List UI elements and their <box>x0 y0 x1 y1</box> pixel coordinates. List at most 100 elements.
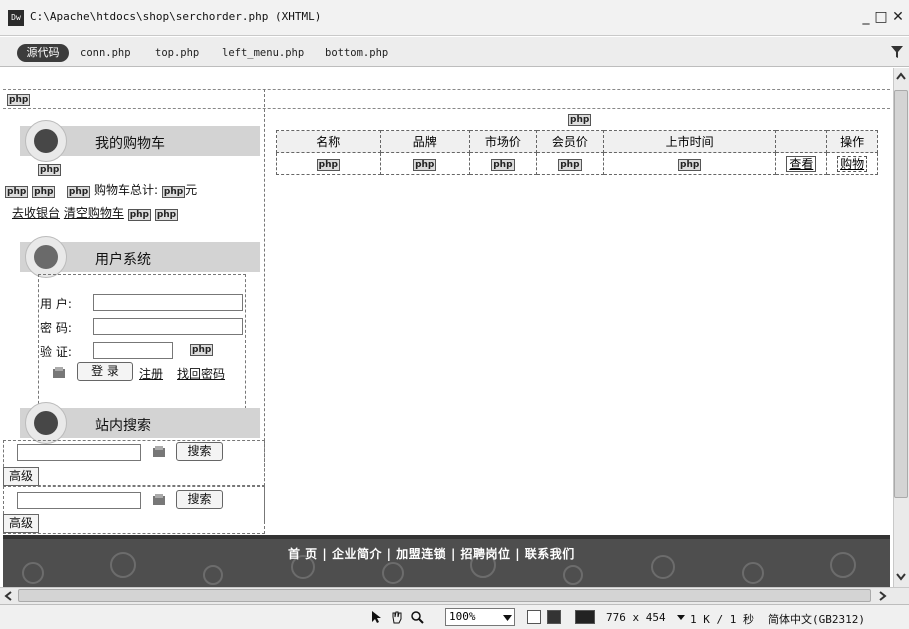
verify-label: 验 证: <box>40 345 72 359</box>
username-input[interactable] <box>93 294 243 311</box>
col-blank-header <box>775 130 828 153</box>
footer-separator: | <box>322 547 328 561</box>
php-tag: php <box>491 159 515 171</box>
search-input-2[interactable] <box>17 492 141 509</box>
php-tag: php <box>38 164 62 176</box>
file-tab-bottom[interactable]: bottom.php <box>325 47 388 59</box>
hidden-field-icon <box>153 446 165 457</box>
scroll-right-icon[interactable] <box>878 590 888 602</box>
col-name-header: 名称 <box>276 130 381 153</box>
col-brand-header: 品牌 <box>379 130 470 153</box>
php-tag: php <box>154 209 179 221</box>
maximize-button[interactable]: □ <box>873 7 889 27</box>
search-section-header: 站内搜索 <box>20 402 260 444</box>
hidden-field-icon <box>53 367 65 378</box>
chevron-down-icon[interactable] <box>503 615 512 621</box>
cell-brand: php <box>379 152 470 175</box>
cart-actions-row: 去收银台 清空购物车 php php <box>12 204 179 221</box>
php-tag: php <box>190 344 214 356</box>
download-size: 1 K / 1 秒 <box>690 613 754 626</box>
checkout-link[interactable]: 去收银台 <box>12 206 60 220</box>
scroll-down-icon[interactable] <box>895 572 907 582</box>
php-tag: php <box>413 159 437 171</box>
user-section-header: 用户系统 <box>20 236 260 278</box>
footer-nav: 首 页 | 企业简介 | 加盟连锁 | 招聘岗位 | 联系我们 <box>288 545 575 562</box>
advanced-search-button[interactable]: 高级 <box>3 467 39 486</box>
cart-icon <box>25 120 67 162</box>
php-tag: php <box>66 186 91 198</box>
php-tag: php <box>568 114 592 126</box>
zoom-tool-icon[interactable] <box>410 610 424 624</box>
source-code-button[interactable]: 源代码 <box>17 44 69 62</box>
view-link[interactable]: 查看 <box>786 156 817 172</box>
title-bar: Dw C:\Apache\htdocs\shop\serchorder.php … <box>0 0 909 36</box>
col-action-header: 操作 <box>826 130 878 153</box>
php-tag: php <box>32 186 56 198</box>
col-market-price-header: 市场价 <box>468 130 537 153</box>
file-tab-left-menu[interactable]: left_menu.php <box>222 47 304 59</box>
col-release-date-header: 上市时间 <box>602 130 777 153</box>
window-size[interactable]: 776 x 454 <box>606 611 666 624</box>
password-label: 密 码: <box>40 321 72 335</box>
footer-separator: | <box>386 547 392 561</box>
php-tag: php <box>558 159 582 171</box>
buy-link[interactable]: 购物 <box>837 156 868 172</box>
view-mode-icon-2[interactable] <box>547 610 561 624</box>
col-member-price-header: 会员价 <box>535 130 604 153</box>
search-button-2[interactable]: 搜索 <box>176 490 223 509</box>
hidden-field-icon <box>153 494 165 505</box>
cart-total-label: 购物车总计: <box>94 183 159 197</box>
window-title: C:\Apache\htdocs\shop\serchorder.php (XH… <box>30 10 322 23</box>
vertical-scroll-thumb[interactable] <box>894 90 908 498</box>
related-files-bar: 源代码 conn.php top.php left_menu.php botto… <box>0 37 909 67</box>
file-tab-conn[interactable]: conn.php <box>80 47 131 59</box>
username-label: 用 户: <box>40 297 72 311</box>
table-header-row: 名称 品牌 市场价 会员价 上市时间 操作 <box>276 130 878 153</box>
footer-link-contact[interactable]: 联系我们 <box>525 547 575 561</box>
cell-buy: 购物 <box>826 152 878 175</box>
cart-title: 我的购物车 <box>95 136 165 152</box>
filter-icon[interactable] <box>890 45 904 59</box>
footer-link-about[interactable]: 企业简介 <box>332 547 382 561</box>
cell-market-price: php <box>468 152 537 175</box>
horizontal-scroll-thumb[interactable] <box>18 589 871 602</box>
cell-release-date: php <box>602 152 777 175</box>
status-bar: 100% 776 x 454 1 K / 1 秒 简体中文(GB2312) <box>0 604 909 629</box>
login-button[interactable]: 登 录 <box>77 362 133 381</box>
footer-separator: | <box>450 547 456 561</box>
file-tab-top[interactable]: top.php <box>155 47 199 59</box>
cart-section-header: 我的购物车 <box>20 120 260 162</box>
search-button[interactable]: 搜索 <box>176 442 223 461</box>
chevron-down-icon[interactable] <box>677 615 685 620</box>
search-magnifier-icon <box>25 402 67 444</box>
footer-link-jobs[interactable]: 招聘岗位 <box>461 547 511 561</box>
cart-total-row: php php php 购物车总计: php 元 <box>5 181 197 198</box>
dreamweaver-app-icon: Dw <box>8 10 24 26</box>
recover-password-link[interactable]: 找回密码 <box>177 365 225 382</box>
close-button[interactable]: ✕ <box>890 7 906 27</box>
register-link[interactable]: 注册 <box>139 365 163 382</box>
scroll-up-icon[interactable] <box>895 71 907 81</box>
monitor-icon[interactable] <box>575 610 595 624</box>
minimize-button[interactable]: _ <box>858 7 874 27</box>
cell-member-price: php <box>535 152 604 175</box>
search-input[interactable] <box>17 444 141 461</box>
footer-link-home[interactable]: 首 页 <box>288 547 318 561</box>
user-system-title: 用户系统 <box>95 252 151 268</box>
verify-code-input[interactable] <box>93 342 173 359</box>
cart-unit: 元 <box>185 183 198 197</box>
pointer-tool-icon[interactable] <box>370 610 382 624</box>
view-mode-icon[interactable] <box>527 610 541 624</box>
hand-tool-icon[interactable] <box>390 610 404 624</box>
scroll-left-icon[interactable] <box>3 590 13 602</box>
password-input[interactable] <box>93 318 243 335</box>
php-tag: php <box>5 186 29 198</box>
advanced-search-button-2[interactable]: 高级 <box>3 514 39 533</box>
cell-name: php <box>276 152 381 175</box>
encoding: 简体中文(GB2312) <box>768 613 865 626</box>
site-search-title: 站内搜索 <box>95 418 151 434</box>
footer-link-franchise[interactable]: 加盟连锁 <box>396 547 446 561</box>
table-row: php php php php php 查看 购物 <box>276 152 878 175</box>
user-avatar-icon <box>25 236 67 278</box>
clear-cart-link[interactable]: 清空购物车 <box>64 206 124 220</box>
